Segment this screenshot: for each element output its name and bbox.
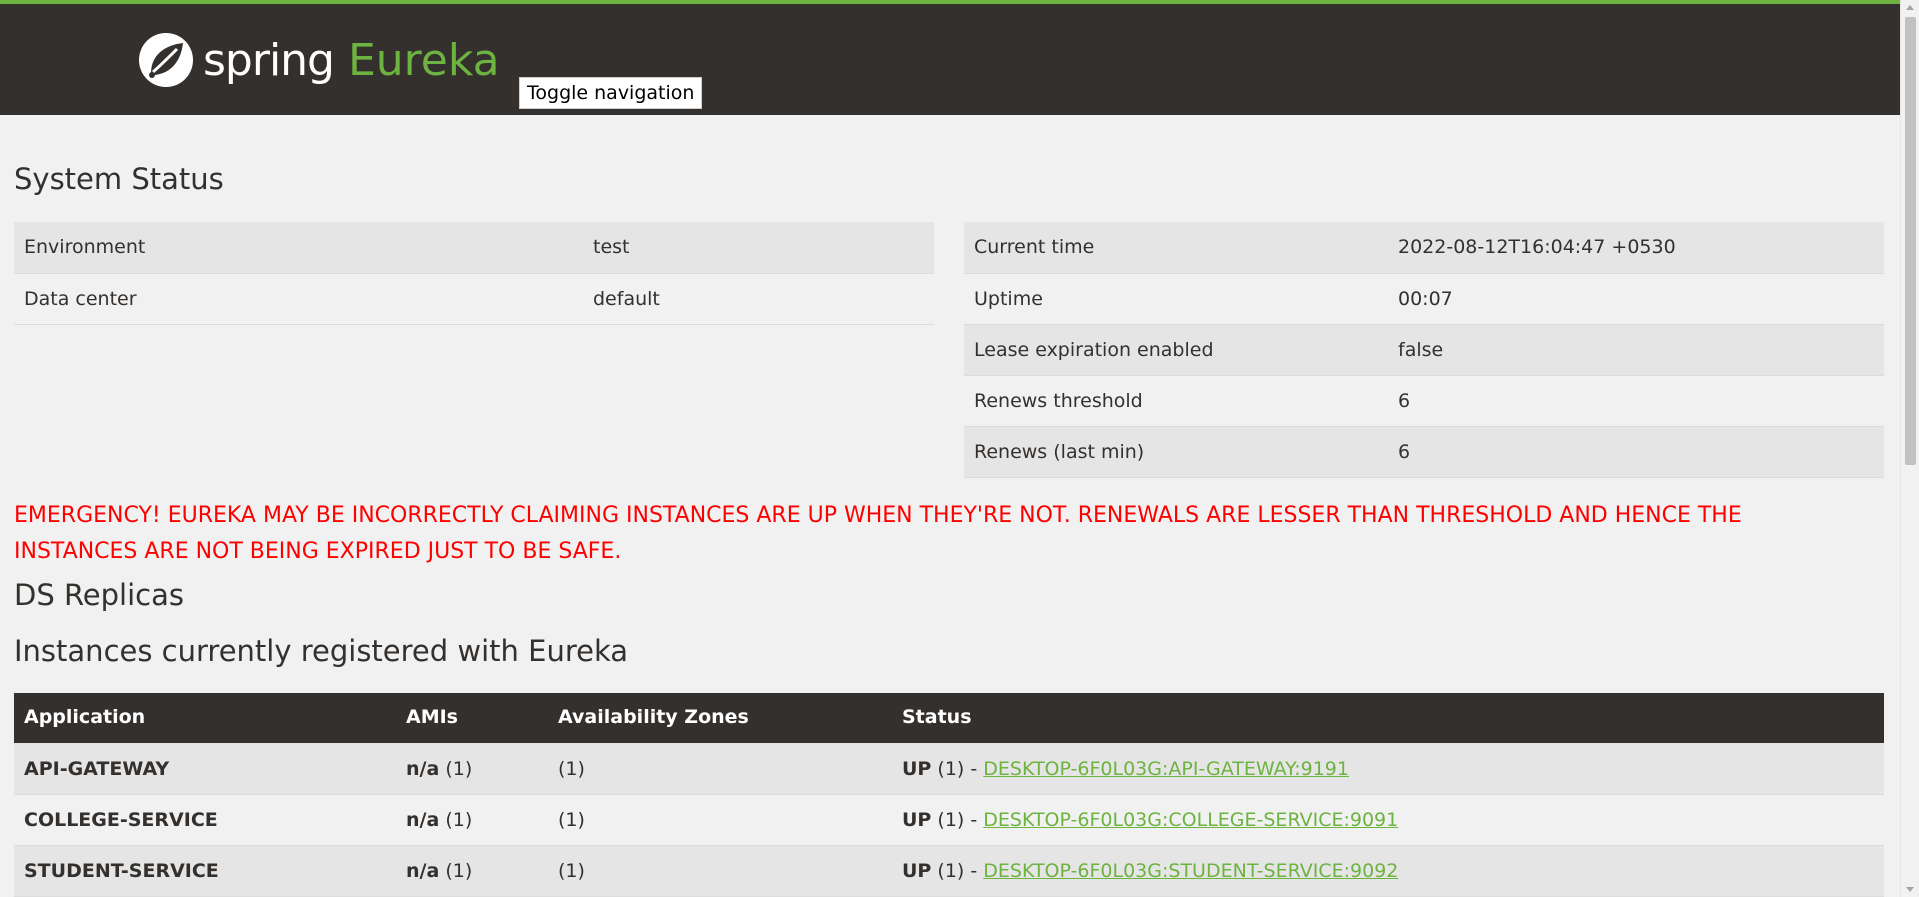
toggle-navigation-button[interactable]: Toggle navigation [519, 77, 703, 109]
status-cell: UP (1) - DESKTOP-6F0L03G:API-GATEWAY:919… [892, 743, 1884, 795]
table-row: Data center default [14, 273, 934, 325]
status-count: (1) - [937, 758, 978, 780]
status-cell: UP (1) - DESKTOP-6F0L03G:STUDENT-SERVICE… [892, 845, 1884, 897]
ami-cell: n/a (1) [396, 845, 548, 897]
ami-count: (1) [445, 859, 473, 882]
application-name: STUDENT-SERVICE [14, 845, 396, 897]
ami-count: (1) [445, 808, 473, 831]
table-row: COLLEGE-SERVICE n/a (1) (1) UP (1) - DES… [14, 794, 1884, 846]
status-value: default [583, 273, 934, 325]
zones-cell: (1) [548, 794, 892, 846]
emergency-warning-line: INSTANCES ARE NOT BEING EXPIRED JUST TO … [14, 539, 622, 564]
status-value: 6 [1388, 375, 1884, 427]
system-status-left-table: Environment test Data center default [14, 222, 934, 325]
navbar: spring Eureka Toggle navigation [0, 0, 1900, 115]
table-row: Environment test [14, 222, 934, 274]
status-value: UP [902, 808, 932, 831]
table-row: Renews (last min) 6 [964, 426, 1884, 478]
status-label: Data center [14, 273, 583, 325]
scroll-down-arrow-icon[interactable] [1906, 887, 1914, 892]
status-count: (1) - [937, 859, 978, 882]
brand-logo-link[interactable]: spring Eureka [137, 30, 500, 90]
ami-value: n/a [406, 859, 440, 882]
ami-cell: n/a (1) [396, 794, 548, 846]
status-value: 6 [1388, 426, 1884, 478]
status-label: Lease expiration enabled [964, 324, 1388, 376]
status-label: Uptime [964, 273, 1388, 325]
status-value: UP [902, 859, 932, 882]
application-name: COLLEGE-SERVICE [14, 794, 396, 846]
table-row: Renews threshold 6 [964, 375, 1884, 427]
status-cell: UP (1) - DESKTOP-6F0L03G:COLLEGE-SERVICE… [892, 794, 1884, 846]
table-row: Uptime 00:07 [964, 273, 1884, 325]
column-header-status: Status [892, 693, 1884, 743]
table-row: STUDENT-SERVICE n/a (1) (1) UP (1) - DES… [14, 845, 1884, 897]
instances-table: Application AMIs Availability Zones Stat… [14, 693, 1884, 897]
brand-spring-text: spring [203, 34, 335, 86]
emergency-warning-line: EMERGENCY! EUREKA MAY BE INCORRECTLY CLA… [14, 503, 1742, 528]
table-row: API-GATEWAY n/a (1) (1) UP (1) - DESKTOP… [14, 743, 1884, 795]
status-label: Current time [964, 222, 1388, 274]
emergency-warning: EMERGENCY! EUREKA MAY BE INCORRECTLY CLA… [14, 498, 1874, 570]
zones-cell: (1) [548, 845, 892, 897]
scrollbar-thumb[interactable] [1905, 17, 1916, 465]
column-header-zones: Availability Zones [548, 693, 892, 743]
status-value: test [583, 222, 934, 274]
ami-value: n/a [406, 808, 440, 831]
instances-title: Instances currently registered with Eure… [14, 634, 629, 668]
status-count: (1) - [937, 808, 978, 831]
ami-value: n/a [406, 758, 440, 780]
zones-cell: (1) [548, 743, 892, 795]
instance-link[interactable]: DESKTOP-6F0L03G:COLLEGE-SERVICE:9091 [983, 809, 1398, 831]
status-value: 2022-08-12T16:04:47 +0530 [1388, 222, 1884, 274]
ami-count: (1) [445, 758, 473, 780]
table-row: Lease expiration enabled false [964, 324, 1884, 376]
brand-eureka-text: Eureka [347, 34, 500, 86]
ds-replicas-title: DS Replicas [14, 578, 184, 612]
table-row: Current time 2022-08-12T16:04:47 +0530 [964, 222, 1884, 274]
application-name: API-GATEWAY [14, 743, 396, 795]
status-value: false [1388, 324, 1884, 376]
scroll-up-arrow-icon[interactable] [1906, 5, 1914, 10]
instance-link[interactable]: DESKTOP-6F0L03G:API-GATEWAY:9191 [983, 758, 1349, 780]
status-label: Renews threshold [964, 375, 1388, 427]
ami-cell: n/a (1) [396, 743, 548, 795]
status-label: Environment [14, 222, 583, 274]
column-header-amis: AMIs [396, 693, 548, 743]
system-status-title: System Status [14, 162, 224, 196]
eureka-dashboard: spring Eureka Toggle navigation System S… [0, 0, 1919, 897]
column-header-application: Application [14, 693, 396, 743]
status-value: 00:07 [1388, 273, 1884, 325]
table-header-row: Application AMIs Availability Zones Stat… [14, 693, 1884, 743]
spring-leaf-icon [139, 33, 193, 87]
vertical-scrollbar[interactable] [1900, 0, 1919, 897]
status-value: UP [902, 758, 932, 780]
status-label: Renews (last min) [964, 426, 1388, 478]
instance-link[interactable]: DESKTOP-6F0L03G:STUDENT-SERVICE:9092 [983, 860, 1398, 882]
system-status-right-table: Current time 2022-08-12T16:04:47 +0530 U… [964, 222, 1884, 478]
